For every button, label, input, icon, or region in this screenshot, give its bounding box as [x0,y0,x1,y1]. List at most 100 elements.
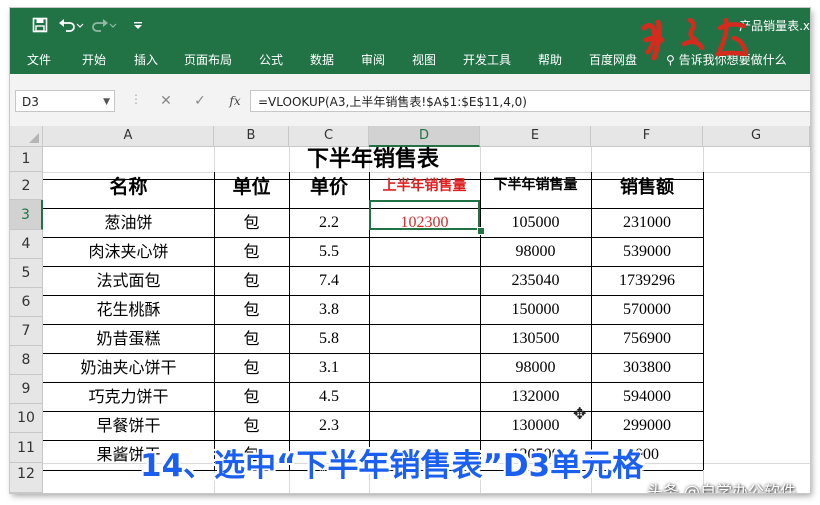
cancel-icon[interactable]: ✕ [156,90,176,112]
column-header-g[interactable]: G [703,126,810,147]
table-cell[interactable]: 235040 [480,266,591,295]
table-cell[interactable]: 葱油饼 [43,208,214,237]
table-cell[interactable]: 130500 [480,324,591,353]
table-cell[interactable]: 150000 [480,295,591,324]
column-header-e[interactable]: E [480,126,591,147]
row-header-6[interactable]: 6 [10,288,43,317]
table-cell[interactable]: 594000 [591,382,703,411]
row-header-1[interactable]: 1 [10,147,43,172]
row-header-10[interactable]: 10 [10,404,43,433]
save-icon[interactable] [30,15,50,35]
table-cell[interactable] [369,237,480,266]
table-cell[interactable]: 包 [214,411,289,440]
table-cell[interactable]: 756900 [591,324,703,353]
column-header-a[interactable]: A [43,126,214,147]
tutorial-caption: 14、选中“下半年销售表”D3单元格 [140,448,644,484]
table-cell[interactable]: 539000 [591,237,703,266]
table-cell[interactable]: 98000 [480,353,591,382]
table-cell[interactable]: 肉沫夹心饼 [43,237,214,266]
table-cell[interactable]: 98000 [480,237,591,266]
table-cell[interactable]: 奶昔蛋糕 [43,324,214,353]
tab-home[interactable]: 开始 [82,51,106,68]
header-cell-unit[interactable]: 单位 [214,172,289,200]
table-cell[interactable]: 5.8 [289,324,369,353]
table-cell[interactable] [369,382,480,411]
table-cell[interactable]: 包 [214,353,289,382]
tab-view[interactable]: 视图 [412,51,436,68]
table-cell[interactable]: 包 [214,382,289,411]
chevron-down-icon[interactable]: ▼ [103,91,110,113]
name-box-value: D3 [22,95,39,109]
row-header-7[interactable]: 7 [10,317,43,346]
table-cell[interactable]: 105000 [480,208,591,237]
enter-icon[interactable]: ✓ [190,90,210,112]
column-header-d[interactable]: D [369,126,480,147]
fill-handle[interactable] [477,227,485,235]
header-cell-h1-sales[interactable]: 上半年销售量 [369,172,480,200]
table-cell[interactable]: 1739296 [591,266,703,295]
table-cell[interactable]: 3.8 [289,295,369,324]
tab-data[interactable]: 数据 [310,51,334,68]
tab-page-layout[interactable]: 页面布局 [184,51,232,68]
column-header-b[interactable]: B [214,126,289,147]
row-header-12[interactable]: 12 [10,463,43,493]
table-border [703,172,704,470]
select-all-button[interactable] [10,126,43,147]
insert-function-icon[interactable]: fx [225,90,245,112]
table-cell[interactable]: 包 [214,324,289,353]
table-cell[interactable]: 570000 [591,295,703,324]
table-cell[interactable]: 299000 [591,411,703,440]
table-cell[interactable]: 2.2 [289,208,369,237]
table-cell[interactable] [369,353,480,382]
row-header-8[interactable]: 8 [10,346,43,375]
sheet-title-cell[interactable]: 下半年销售表 [43,147,703,172]
row-header-3[interactable]: 3 [10,200,43,230]
column-header-f[interactable]: F [591,126,703,147]
row-header-5[interactable]: 5 [10,259,43,288]
watermark: 头条 @自学办公软件 [646,482,796,493]
table-cell[interactable]: 5.5 [289,237,369,266]
undo-icon[interactable] [57,15,85,35]
cell-cursor-icon: ✥ [573,404,587,423]
tab-baidu-netdisk[interactable]: 百度网盘 [589,51,637,68]
row-header-9[interactable]: 9 [10,375,43,404]
table-cell[interactable] [369,266,480,295]
table-cell[interactable]: 4.5 [289,382,369,411]
tab-developer[interactable]: 开发工具 [463,51,511,68]
table-cell[interactable]: 包 [214,295,289,324]
table-cell[interactable]: 包 [214,208,289,237]
name-box[interactable]: D3 ▼ [15,90,115,112]
header-cell-name[interactable]: 名称 [43,172,214,200]
table-cell[interactable]: 包 [214,237,289,266]
table-cell[interactable]: 早餐饼干 [43,411,214,440]
row-header-11[interactable]: 11 [10,433,43,463]
header-cell-price[interactable]: 单价 [289,172,369,200]
tab-file[interactable]: 文件 [27,51,51,68]
tab-insert[interactable]: 插入 [134,51,158,68]
table-cell[interactable]: 3.1 [289,353,369,382]
tab-formulas[interactable]: 公式 [259,51,283,68]
tab-review[interactable]: 审阅 [361,51,385,68]
table-cell[interactable]: 2.3 [289,411,369,440]
redo-icon[interactable] [90,15,118,35]
table-cell[interactable]: 231000 [591,208,703,237]
column-header-c[interactable]: C [289,126,369,147]
table-cell[interactable]: 花生桃酥 [43,295,214,324]
table-cell[interactable]: 法式面包 [43,266,214,295]
calligraphy-logo [641,17,749,61]
row-header-2[interactable]: 2 [10,172,43,200]
row-header-4[interactable]: 4 [10,230,43,259]
table-cell[interactable]: 巧克力饼干 [43,382,214,411]
header-cell-h2-sales[interactable]: 下半年销售量 [480,172,591,200]
table-cell[interactable] [369,324,480,353]
table-cell[interactable]: 303800 [591,353,703,382]
table-cell[interactable]: 7.4 [289,266,369,295]
header-cell-revenue[interactable]: 销售额 [591,172,703,200]
formula-input[interactable]: =VLOOKUP(A3,上半年销售表!$A$1:$E$11,4,0) [250,90,810,112]
tab-help[interactable]: 帮助 [538,51,562,68]
table-cell[interactable] [369,295,480,324]
table-cell[interactable] [369,411,480,440]
table-cell[interactable]: 奶油夹心饼干 [43,353,214,382]
customize-quick-access-icon[interactable] [128,15,148,35]
table-cell[interactable]: 包 [214,266,289,295]
